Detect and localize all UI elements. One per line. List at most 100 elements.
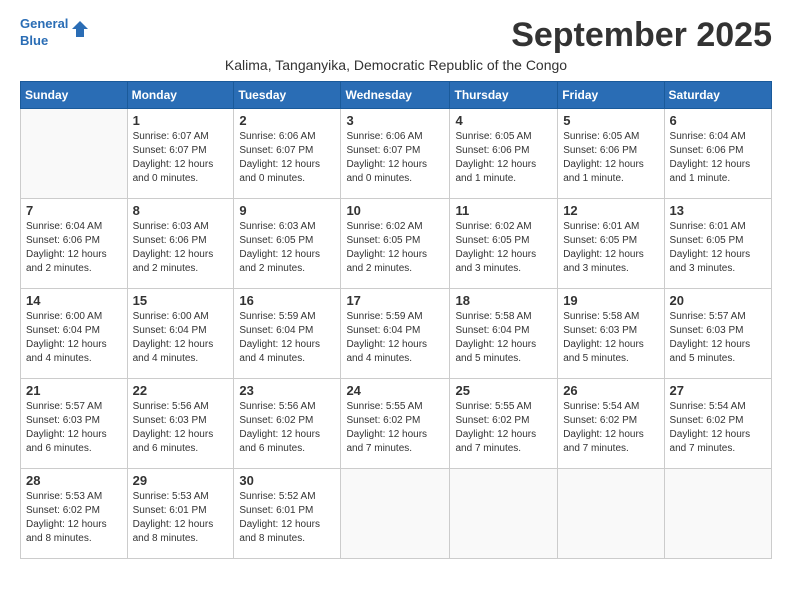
daylight: Daylight: 12 hours and 2 minutes.: [133, 249, 214, 274]
sunset: Sunset: 6:05 PM: [455, 235, 529, 246]
calendar-cell: 11Sunrise: 6:02 AMSunset: 6:05 PMDayligh…: [450, 199, 558, 289]
sunset: Sunset: 6:03 PM: [133, 415, 207, 426]
day-info: Sunrise: 6:00 AMSunset: 6:04 PMDaylight:…: [26, 310, 122, 366]
calendar-cell: [450, 469, 558, 559]
day-info: Sunrise: 5:56 AM Sunset: 6:02 PM Daylight:…: [239, 400, 335, 456]
day-info: Sunrise: 6:01 AMSunset: 6:05 PMDaylight:…: [670, 220, 766, 276]
daylight: Daylight: 12 hours and 0 minutes.: [133, 159, 214, 184]
calendar-cell: 25Sunrise: 5:55 AMSunset: 6:02 PMDayligh…: [450, 379, 558, 469]
daylight: Daylight: 12 hours and 6 minutes.: [239, 429, 320, 454]
header-sunday: Sunday: [21, 82, 128, 109]
day-number: 21: [26, 383, 122, 398]
header-thursday: Thursday: [450, 82, 558, 109]
day-info: Sunrise: 5:57 AMSunset: 6:03 PMDaylight:…: [670, 310, 766, 366]
calendar-header-row: Sunday Monday Tuesday Wednesday Thursday…: [21, 82, 772, 109]
day-info: Sunrise: 6:01 AMSunset: 6:05 PMDaylight:…: [563, 220, 658, 276]
daylight: Daylight: 12 hours and 8 minutes.: [133, 519, 214, 544]
daylight: Daylight: 12 hours and 0 minutes.: [346, 159, 427, 184]
day-info: Sunrise: 5:55 AMSunset: 6:02 PMDaylight:…: [346, 400, 444, 456]
day-number: 9: [239, 203, 335, 218]
sunrise: Sunrise: 5:56 AM: [239, 401, 315, 412]
day-info: Sunrise: 6:03 AMSunset: 6:05 PMDaylight:…: [239, 220, 335, 276]
sunset: Sunset: 6:06 PM: [563, 145, 637, 156]
daylight: Daylight: 12 hours and 6 minutes.: [26, 429, 107, 454]
sunrise: Sunrise: 6:07 AM: [133, 131, 209, 142]
day-info: Sunrise: 6:05 AM Sunset: 6:06 PM Daylight:…: [455, 130, 552, 186]
day-info: Sunrise: 5:58 AMSunset: 6:04 PMDaylight:…: [455, 310, 552, 366]
day-number: 12: [563, 203, 658, 218]
logo-icon: [70, 19, 90, 39]
sunrise: Sunrise: 5:56 AM: [133, 401, 209, 412]
calendar-cell: 27Sunrise: 5:54 AMSunset: 6:02 PMDayligh…: [664, 379, 771, 469]
daylight: Daylight: 12 hours and 1 minute.: [455, 159, 536, 184]
calendar-cell: 30Sunrise: 5:52 AMSunset: 6:01 PMDayligh…: [234, 469, 341, 559]
calendar-cell: 29Sunrise: 5:53 AMSunset: 6:01 PMDayligh…: [127, 469, 234, 559]
sunset: Sunset: 6:02 PM: [239, 415, 313, 426]
sunrise: Sunrise: 6:02 AM: [346, 221, 422, 232]
sunrise: Sunrise: 6:06 AM: [239, 131, 315, 142]
daylight: Daylight: 12 hours and 3 minutes.: [563, 249, 644, 274]
day-number: 17: [346, 293, 444, 308]
calendar-cell: 13Sunrise: 6:01 AMSunset: 6:05 PMDayligh…: [664, 199, 771, 289]
header-tuesday: Tuesday: [234, 82, 341, 109]
sunset: Sunset: 6:05 PM: [670, 235, 744, 246]
day-info: Sunrise: 5:54 AMSunset: 6:02 PMDaylight:…: [670, 400, 766, 456]
day-info: Sunrise: 6:04 AMSunset: 6:06 PMDaylight:…: [26, 220, 122, 276]
sunrise: Sunrise: 5:53 AM: [26, 491, 102, 502]
daylight: Daylight: 12 hours and 4 minutes.: [133, 339, 214, 364]
day-number: 22: [133, 383, 229, 398]
sunset: Sunset: 6:02 PM: [670, 415, 744, 426]
calendar-cell: 21 Sunrise: 5:57 AM Sunset: 6:03 PM Dayligh…: [21, 379, 128, 469]
daylight: Daylight: 12 hours and 7 minutes.: [455, 429, 536, 454]
subtitle: Kalima, Tanganyika, Democratic Republic …: [20, 57, 772, 73]
calendar-cell: 4Sunrise: 6:05 AMSunset: 6:06 PMDaylight…: [450, 109, 558, 199]
day-info: Sunrise: 5:56 AMSunset: 6:03 PMDaylight:…: [133, 400, 229, 456]
calendar-cell: 18Sunrise: 5:58 AMSunset: 6:04 PMDayligh…: [450, 289, 558, 379]
day-number: 10: [346, 203, 444, 218]
calendar-cell: 6Sunrise: 6:04 AMSunset: 6:06 PMDaylight…: [664, 109, 771, 199]
sunset: Sunset: 6:06 PM: [133, 235, 207, 246]
daylight: Daylight: 12 hours and 0 minutes.: [239, 159, 320, 184]
daylight: Daylight: 12 hours and 7 minutes.: [563, 429, 644, 454]
day-number: 24: [346, 383, 444, 398]
daylight: Daylight: 12 hours and 1 minute.: [563, 159, 644, 184]
sunset: Sunset: 6:04 PM: [133, 325, 207, 336]
calendar-cell: [558, 469, 664, 559]
sunrise: Sunrise: 5:52 AM: [239, 491, 315, 502]
sunset: Sunset: 6:03 PM: [670, 325, 744, 336]
daylight: Daylight: 12 hours and 4 minutes.: [346, 339, 427, 364]
sunset: Sunset: 6:06 PM: [455, 145, 529, 156]
calendar-cell: 28Sunrise: 5:53 AMSunset: 6:02 PMDayligh…: [21, 469, 128, 559]
daylight: Daylight: 12 hours and 2 minutes.: [26, 249, 107, 274]
day-number: 7: [26, 203, 122, 218]
day-info: Sunrise: 5:53 AMSunset: 6:02 PMDaylight:…: [26, 490, 122, 546]
sunset: Sunset: 6:04 PM: [239, 325, 313, 336]
calendar-cell: 1Sunrise: 6:07 AMSunset: 6:07 PMDaylight…: [127, 109, 234, 199]
day-number: 23: [239, 383, 335, 398]
day-number: 6: [670, 113, 766, 128]
sunrise: Sunrise: 6:00 AM: [26, 311, 102, 322]
sunrise: Sunrise: 5:59 AM: [346, 311, 422, 322]
sunset: Sunset: 6:04 PM: [26, 325, 100, 336]
header: General Blue September 2025: [20, 16, 772, 55]
calendar-cell: 2Sunrise: 6:06 AMSunset: 6:07 PMDaylight…: [234, 109, 341, 199]
calendar-cell: 8Sunrise: 6:03 AMSunset: 6:06 PMDaylight…: [127, 199, 234, 289]
sunset: Sunset: 6:02 PM: [26, 505, 100, 516]
sunset: Sunset: 6:03 PM: [26, 415, 100, 426]
sunset: Sunset: 6:07 PM: [133, 145, 207, 156]
day-number: 3: [346, 113, 444, 128]
sunrise: Sunrise: 5:57 AM: [26, 401, 102, 412]
daylight: Daylight: 12 hours and 2 minutes.: [239, 249, 320, 274]
day-info: Sunrise: 6:05 AMSunset: 6:06 PMDaylight:…: [563, 130, 658, 186]
calendar-week-row-4: 28Sunrise: 5:53 AMSunset: 6:02 PMDayligh…: [21, 469, 772, 559]
sunset: Sunset: 6:07 PM: [346, 145, 420, 156]
calendar-cell: 15Sunrise: 6:00 AMSunset: 6:04 PMDayligh…: [127, 289, 234, 379]
daylight: Daylight: 12 hours and 5 minutes.: [563, 339, 644, 364]
header-monday: Monday: [127, 82, 234, 109]
sunset: Sunset: 6:04 PM: [346, 325, 420, 336]
calendar-cell: 12 Sunrise: 6:01 AMSunset: 6:05 PMDayligh…: [558, 199, 664, 289]
sunrise: Sunrise: 6:05 AM: [455, 131, 531, 142]
header-wednesday: Wednesday: [341, 82, 450, 109]
sunrise: Sunrise: 5:55 AM: [346, 401, 422, 412]
sunrise: Sunrise: 5:58 AM: [563, 311, 639, 322]
